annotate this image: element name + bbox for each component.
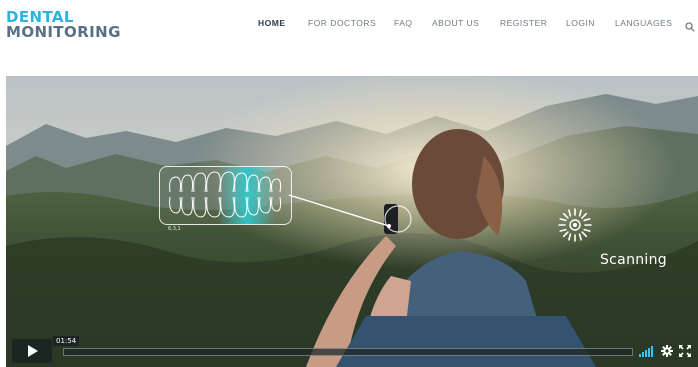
play-button[interactable] [12,339,52,363]
logo-line-2: MONITORING [6,23,121,41]
video-player[interactable]: 6,3,1 Scanning 01:54 [6,76,698,367]
teeth-scan-overlay [159,166,292,225]
volume-icon[interactable] [639,345,655,357]
video-frame [6,76,698,367]
nav-item-register[interactable]: REGISTER [500,18,547,28]
nav-item-faq[interactable]: FAQ [394,18,413,28]
scanning-label: Scanning [600,252,667,268]
play-icon [28,345,38,357]
teeth-caption: 6,3,1 [168,226,181,232]
video-controls: 01:54 [6,336,698,367]
progress-bar[interactable] [63,348,633,356]
site-header: DENTAL MONITORING ® HOME FOR DOCTORS FAQ… [0,0,698,70]
teeth-illustration [169,167,282,224]
gear-icon[interactable] [661,345,673,357]
scanning-icon [558,208,592,242]
nav-item-home[interactable]: HOME [258,18,286,28]
logo-trademark: ® [116,32,120,38]
time-badge: 01:54 [53,336,80,346]
nav-item-login[interactable]: LOGIN [566,18,595,28]
fullscreen-icon[interactable] [679,345,691,357]
nav-item-for-doctors[interactable]: FOR DOCTORS [308,18,376,28]
nav-item-about-us[interactable]: ABOUT US [432,18,479,28]
logo[interactable]: DENTAL MONITORING ® [6,10,121,40]
nav-item-languages[interactable]: LANGUAGES [615,18,672,28]
search-icon[interactable] [685,22,695,32]
